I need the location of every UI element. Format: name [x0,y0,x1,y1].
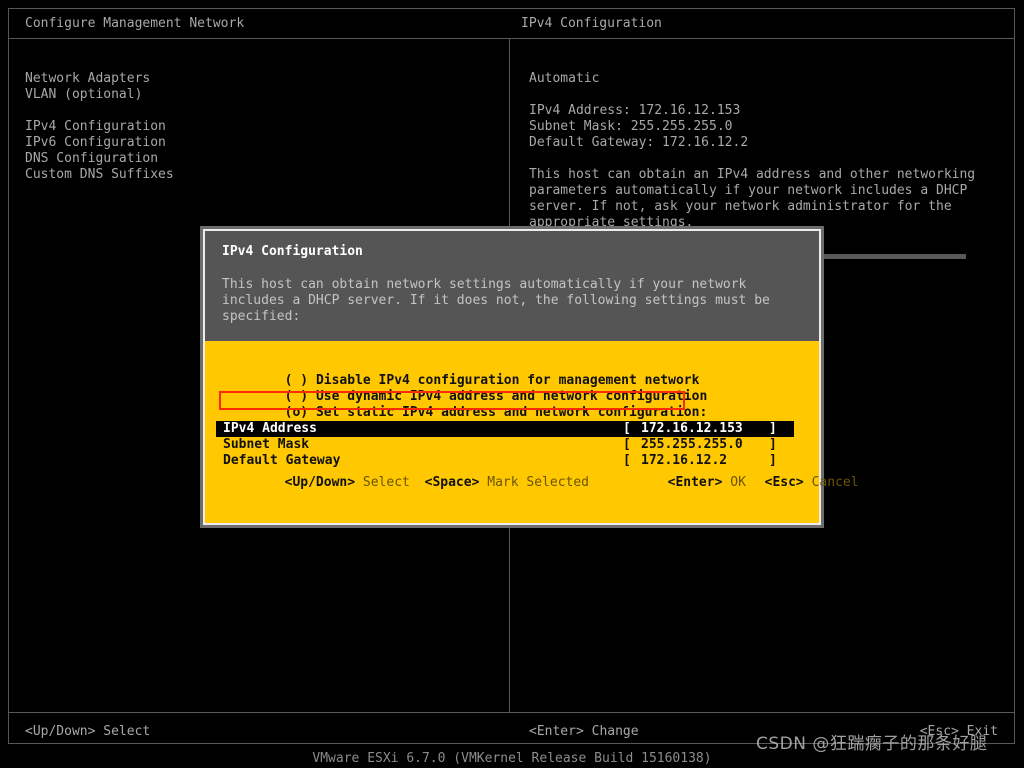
menu-item-custom-dns-suffixes[interactable]: Custom DNS Suffixes [25,167,174,183]
field-label-subnet-mask: Subnet Mask [223,437,310,452]
detail-help-line-1: This host can obtain an IPv4 address and… [529,167,976,182]
menu-item-ipv6-configuration[interactable]: IPv6 Configuration [25,135,166,151]
dialog-key-space: <Space> [424,475,480,490]
detail-help-line-3: server. If not, ask your network adminis… [529,199,952,214]
dialog-body: ( ) Disable IPv4 configuration for manag… [205,341,859,523]
dialog-key-esc: <Esc> [764,475,804,490]
menu-item-dns-configuration[interactable]: DNS Configuration [25,151,158,167]
page-title-left: Configure Management Network [25,16,245,31]
dialog-hint-esc-cancel: <Esc> Cancel [702,459,859,507]
dialog-description-line-3: specified: [222,309,301,324]
field-open-bracket-ipv4-address: [ [623,421,631,436]
dialog-hint-space-mark-selected: <Space> Mark Selected [362,459,589,507]
radio-text-static-ipv4: Set static IPv4 address and network conf… [315,405,708,420]
detail-default-gateway: Default Gateway: 172.16.12.2 [529,135,749,150]
field-row-ipv4-address[interactable]: IPv4 Address [ 172.16.12.153 ] [216,421,794,437]
menu-item-network-adapters[interactable]: Network Adapters [25,71,150,87]
field-close-bracket-ipv4-address: ] [769,421,777,436]
dialog-key-space-desc: Mark Selected [479,475,589,490]
field-value-subnet-mask[interactable]: 255.255.255.0 [641,437,743,453]
dialog-description-line-2: includes a DHCP server. If it does not, … [222,293,770,308]
menu-item-ipv4-configuration[interactable]: IPv4 Configuration [25,119,166,135]
dialog-key-updown: <Up/Down> [284,475,356,490]
field-open-bracket-subnet-mask: [ [623,437,631,452]
ipv4-configuration-dialog: IPv4 Configuration This host can obtain … [200,226,859,528]
field-label-ipv4-address: IPv4 Address [223,421,317,436]
field-close-bracket-subnet-mask: ] [769,437,777,452]
page-title-right: IPv4 Configuration [521,16,662,31]
menu-item-vlan[interactable]: VLAN (optional) [25,87,142,103]
dialog-description-line-1: This host can obtain network settings au… [222,277,747,292]
dialog-header: IPv4 Configuration This host can obtain … [205,231,819,341]
radio-marker-static-ipv4: (o) [284,405,309,420]
detail-ipv4-address: IPv4 Address: 172.16.12.153 [529,103,741,118]
detail-help-line-2: parameters automatically if your network… [529,183,968,198]
dialog-key-esc-desc: Cancel [803,475,859,490]
status-hint-updown-select: <Up/Down> Select [25,724,151,739]
status-hint-enter-change: <Enter> Change [529,724,639,739]
field-value-ipv4-address[interactable]: 172.16.12.153 [641,421,743,437]
detail-mode: Automatic [529,71,600,86]
csdn-watermark: CSDN @狂踹瘸子的那条好腿 [756,734,988,754]
dialog-title: IPv4 Configuration [222,244,363,259]
header-bar: Configure Management Network IPv4 Config… [9,9,1014,39]
radio-spacer-static-ipv4 [308,405,316,420]
detail-subnet-mask: Subnet Mask: 255.255.255.0 [529,119,733,134]
dialog-inner-frame: IPv4 Configuration This host can obtain … [203,229,859,525]
field-row-subnet-mask[interactable]: Subnet Mask [ 255.255.255.0 ] [216,437,794,453]
